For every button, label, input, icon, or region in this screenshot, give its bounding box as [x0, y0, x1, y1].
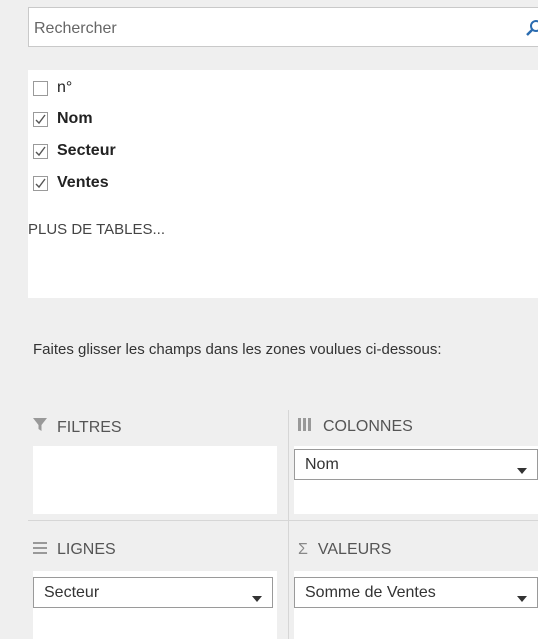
- field-item-nom[interactable]: Nom: [28, 107, 93, 131]
- instruction-text: Faites glisser les champs dans les zones…: [33, 341, 442, 358]
- more-tables-link[interactable]: PLUS DE TABLES...: [28, 221, 165, 238]
- values-title: VALEURS: [317, 541, 392, 558]
- filters-title: FILTRES: [57, 418, 122, 436]
- checkbox[interactable]: [33, 143, 48, 159]
- chevron-down-icon[interactable]: [517, 461, 527, 479]
- area-divider-horizontal: [28, 520, 538, 521]
- field-label: Nom: [57, 110, 93, 127]
- rows-field-label: Secteur: [44, 584, 100, 601]
- rows-drop-zone[interactable]: Secteur: [33, 571, 277, 639]
- rows-field-item[interactable]: Secteur: [33, 577, 273, 608]
- check-icon: [35, 178, 46, 188]
- chevron-down-icon[interactable]: [252, 589, 262, 607]
- columns-icon: [298, 418, 313, 436]
- sigma-icon: Σ: [298, 541, 308, 558]
- field-label: Ventes: [57, 174, 109, 191]
- field-item-numero[interactable]: n°: [28, 76, 72, 100]
- search-icon[interactable]: [525, 18, 538, 38]
- pivot-field-pane: Rechercher n° Nom Secteur Ventes PLUS DE…: [0, 0, 538, 639]
- filters-area-header: FILTRES: [33, 418, 122, 437]
- area-divider-vertical: [288, 410, 289, 639]
- columns-title: COLONNES: [323, 418, 413, 435]
- columns-area-header: COLONNES: [298, 418, 413, 436]
- search-box[interactable]: Rechercher: [28, 7, 538, 47]
- search-input[interactable]: Rechercher: [34, 20, 117, 38]
- columns-drop-zone[interactable]: Nom: [294, 446, 538, 514]
- check-icon: [35, 114, 46, 124]
- columns-field-item[interactable]: Nom: [294, 449, 538, 480]
- checkbox[interactable]: [33, 80, 48, 96]
- chevron-down-icon[interactable]: [517, 589, 527, 607]
- field-item-secteur[interactable]: Secteur: [28, 139, 116, 163]
- field-item-ventes[interactable]: Ventes: [28, 171, 109, 195]
- field-list: n° Nom Secteur Ventes PLUS DE TABLES...: [28, 70, 538, 298]
- filters-drop-zone[interactable]: [33, 446, 277, 514]
- values-drop-zone[interactable]: Somme de Ventes: [294, 571, 538, 639]
- field-label: n°: [57, 79, 73, 96]
- checkbox[interactable]: [33, 175, 48, 191]
- field-label: Secteur: [57, 142, 116, 159]
- values-field-label: Somme de Ventes: [305, 584, 436, 601]
- rows-title: LIGNES: [57, 541, 116, 558]
- columns-field-label: Nom: [305, 456, 339, 473]
- rows-icon: [33, 541, 47, 559]
- checkbox[interactable]: [33, 111, 48, 127]
- values-field-item[interactable]: Somme de Ventes: [294, 577, 538, 608]
- filter-icon: [33, 418, 47, 437]
- check-icon: [35, 146, 46, 156]
- values-area-header: Σ VALEURS: [298, 541, 391, 559]
- rows-area-header: LIGNES: [33, 541, 116, 559]
